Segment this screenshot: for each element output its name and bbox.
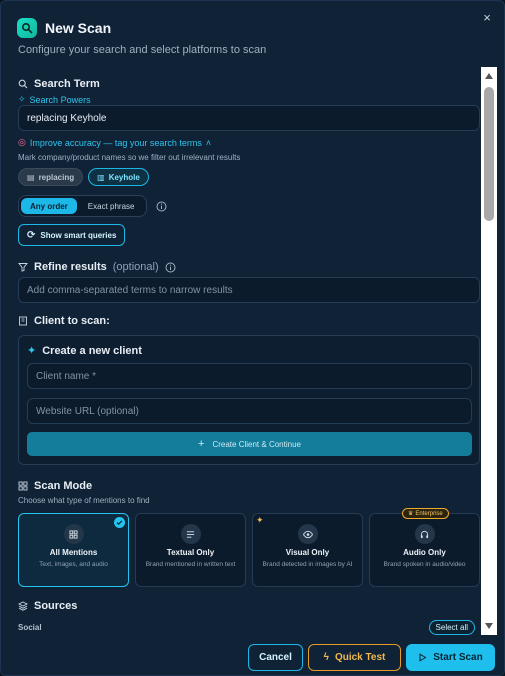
scroll-down-arrow-icon[interactable] [485, 623, 493, 629]
new-scan-modal: × New Scan Configure your search and sel… [0, 0, 505, 676]
term-chip-replacing[interactable]: ▤ replacing [18, 168, 84, 186]
sparkle-icon: ✦ [256, 515, 264, 525]
checkmark-icon [114, 517, 125, 528]
term-chip-label: replacing [38, 172, 75, 182]
term-chip-keyhole[interactable]: ▥ Keyhole [88, 168, 149, 186]
modal-footer: Cancel ϟ Quick Test Start Scan [1, 637, 504, 675]
search-term-title: Search Term [34, 78, 100, 90]
mode-desc: Text, images, and audio [39, 561, 108, 568]
enterprise-badge: ♛ Enterprise [402, 508, 449, 519]
term-chips: ▤ replacing ▥ Keyhole [18, 168, 149, 186]
mode-card-textual-only[interactable]: Textual Only Brand mentioned in written … [135, 513, 246, 587]
sparkle-icon: ✧ [18, 94, 26, 104]
modal-title: New Scan [45, 20, 112, 36]
text-lines-icon [180, 524, 201, 544]
building-icon [19, 316, 27, 326]
mode-name: Textual Only [166, 548, 215, 557]
info-icon[interactable] [156, 201, 167, 212]
document-icon: ▤ [27, 172, 35, 182]
improve-accuracy-link[interactable]: ◎ Improve accuracy — tag your search ter… [18, 137, 211, 148]
refresh-icon: ⟳ [27, 229, 36, 241]
website-url-placeholder: Website URL (optional) [36, 405, 139, 417]
sources-title: Sources [34, 600, 78, 612]
refine-heading: Refine results (optional) [18, 261, 176, 273]
search-powers-link[interactable]: ✧ Search Powers [18, 94, 91, 105]
refine-optional: (optional) [112, 261, 159, 273]
cancel-button[interactable]: Cancel [248, 644, 303, 671]
select-all-button[interactable]: Select all [428, 620, 475, 635]
scan-mode-heading: Scan Mode [18, 480, 92, 492]
scan-mode-subtitle: Choose what type of mentions to find [18, 496, 150, 505]
mode-card-audio-only[interactable]: ♛ Enterprise Audio Only Brand spoken in … [369, 508, 480, 587]
refine-title: Refine results [34, 261, 107, 273]
lightning-icon: ϟ [323, 652, 329, 663]
search-icon [18, 79, 28, 89]
client-name-input[interactable]: Client name * [27, 363, 472, 389]
scroll-content: Search Term ✧ Search Powers replacing Ke… [1, 67, 481, 635]
layers-icon [18, 601, 28, 611]
mode-desc: Brand spoken in audio/video [383, 561, 466, 568]
tag-hint: Mark company/product names so we filter … [18, 153, 241, 162]
search-term-value: replacing Keyhole [27, 112, 107, 124]
search-powers-label: Search Powers [29, 94, 91, 105]
grid-icon [63, 524, 84, 544]
play-icon [419, 653, 427, 662]
show-smart-queries-button[interactable]: ⟳ Show smart queries [18, 224, 126, 246]
scan-mode-title: Scan Mode [34, 480, 93, 492]
sparkle-icon: ✦ [27, 345, 37, 357]
quick-test-label: Quick Test [334, 652, 386, 663]
start-scan-button[interactable]: Start Scan [406, 644, 495, 671]
create-client-button[interactable]: + Create Client & Continue [27, 432, 472, 456]
building-icon: ▥ [97, 172, 105, 182]
any-order-option[interactable]: Any order [21, 198, 77, 214]
create-client-label: Create Client & Continue [212, 439, 301, 449]
search-logo-icon [17, 18, 37, 38]
search-term-input[interactable]: replacing Keyhole [18, 105, 480, 131]
headphones-icon [414, 524, 435, 544]
website-url-input[interactable]: Website URL (optional) [27, 398, 472, 424]
quick-test-button[interactable]: ϟ Quick Test [308, 644, 401, 671]
exact-phrase-option[interactable]: Exact phrase [79, 198, 144, 214]
close-button[interactable]: × [480, 11, 494, 25]
modal-header: New Scan [17, 18, 111, 38]
order-row: Any order Exact phrase [18, 195, 167, 217]
cancel-label: Cancel [259, 652, 292, 663]
client-title: Client to scan: [34, 315, 110, 327]
mode-card-all-mentions[interactable]: All Mentions Text, images, and audio [18, 513, 129, 587]
mode-name: All Mentions [49, 548, 98, 557]
modal-subtitle: Configure your search and select platfor… [18, 44, 267, 56]
chevron-up-icon: ˄ [205, 137, 212, 148]
refine-input[interactable]: Add comma-separated terms to narrow resu… [18, 277, 480, 303]
eye-icon [297, 524, 318, 544]
scroll-up-arrow-icon[interactable] [485, 73, 493, 79]
create-client-panel: ✦ Create a new client Client name * Webs… [18, 335, 480, 465]
create-client-heading: ✦ Create a new client [27, 344, 142, 358]
mode-desc: Brand mentioned in written text [145, 561, 236, 568]
search-term-heading: Search Term [18, 78, 100, 90]
create-client-title: Create a new client [42, 344, 142, 357]
order-toggle: Any order Exact phrase [18, 195, 147, 217]
crown-icon: ♛ [408, 511, 414, 517]
info-icon[interactable] [165, 262, 176, 273]
refine-placeholder: Add comma-separated terms to narrow resu… [27, 284, 233, 296]
sources-heading: Sources [18, 600, 77, 612]
enterprise-label: Enterprise [415, 510, 443, 517]
sources-group-social: Social [18, 623, 42, 632]
scrollbar[interactable] [481, 67, 497, 635]
mode-name: Visual Only [285, 548, 330, 557]
term-chip-label: Keyhole [108, 172, 140, 182]
show-smart-queries-label: Show smart queries [40, 230, 117, 240]
grid-icon [18, 481, 28, 491]
client-name-placeholder: Client name * [36, 370, 97, 382]
mode-name: Audio Only [403, 548, 446, 557]
filter-icon [18, 263, 28, 272]
scroll-thumb[interactable] [484, 87, 494, 221]
improve-accuracy-label: Improve accuracy — tag your search terms [29, 137, 202, 148]
target-icon: ◎ [18, 137, 26, 147]
mode-desc: Brand detected in images by AI [262, 561, 353, 568]
plus-icon: + [198, 438, 205, 450]
mode-card-visual-only[interactable]: ✦ Visual Only Brand detected in images b… [252, 513, 363, 587]
start-scan-label: Start Scan [433, 652, 483, 663]
client-heading: Client to scan: [18, 315, 110, 327]
